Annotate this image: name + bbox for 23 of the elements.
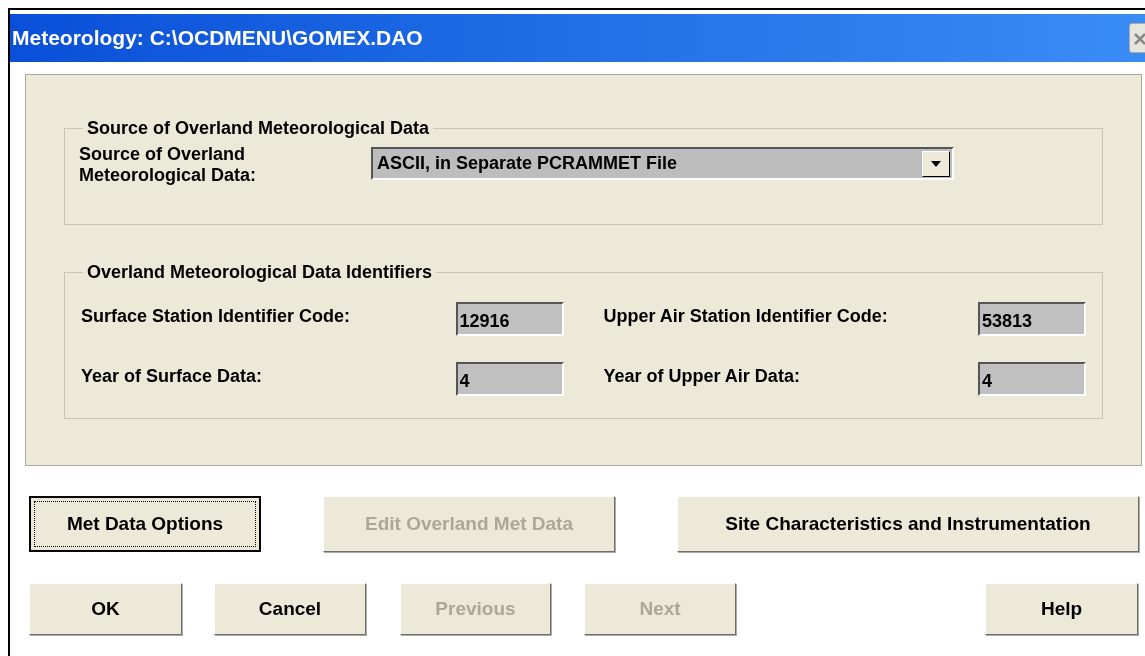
close-icon — [1133, 31, 1145, 45]
group-title: Overland Meteorological Data Identifiers — [86, 261, 434, 284]
dialog-button[interactable]: Help — [985, 583, 1138, 635]
dialog-button[interactable]: Met Data Options — [29, 496, 261, 552]
input-field[interactable]: 4 — [978, 362, 1086, 396]
input-field[interactable]: 53813 — [978, 302, 1086, 336]
field-label: Source of Overland Meteorological Data: — [79, 144, 258, 186]
close-button[interactable] — [1129, 23, 1145, 53]
field-label: Upper Air Station Identifier Code: — [603, 304, 888, 328]
window-title: Meteorology: C:\OCDMENU\GOMEX.DAO — [12, 25, 423, 52]
group-title: Source of Overland Meteorological Data — [86, 117, 431, 140]
dropdown-arrow-button[interactable] — [922, 150, 950, 177]
input-field[interactable]: 12916 — [455, 302, 564, 336]
input-field[interactable]: 4 — [455, 362, 564, 396]
caret-icon — [931, 160, 941, 167]
source-dropdown[interactable]: ASCII, in Separate PCRAMMET File — [371, 147, 954, 180]
dialog-button[interactable]: Site Characteristics and Instrumentation — [677, 496, 1139, 552]
dialog-button[interactable]: Cancel — [214, 583, 366, 635]
field-label: Surface Station Identifier Code: — [81, 304, 351, 328]
field-label: Year of Upper Air Data: — [603, 364, 800, 388]
dialog-button[interactable]: OK — [29, 583, 182, 635]
field-label: Year of Surface Data: — [81, 364, 263, 388]
dropdown-value: ASCII, in Separate PCRAMMET File — [377, 152, 678, 175]
